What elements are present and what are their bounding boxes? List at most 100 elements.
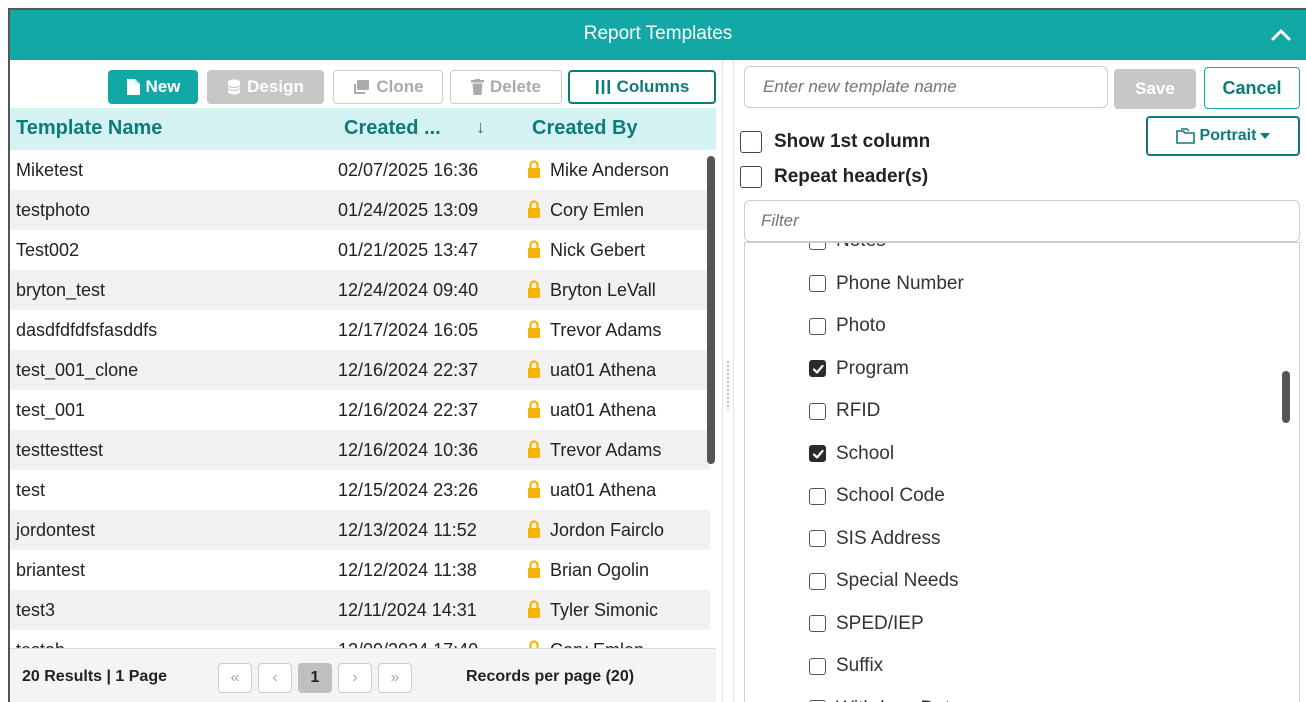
last-page-button[interactable]: » bbox=[378, 663, 412, 693]
checkbox[interactable] bbox=[809, 615, 826, 632]
table-row[interactable]: test_001_clone 12/16/2024 22:37 uat01 Athe… bbox=[10, 350, 710, 390]
records-per-page[interactable]: Records per page (20) bbox=[466, 668, 634, 686]
column-option[interactable]: Program bbox=[809, 355, 909, 383]
file-icon bbox=[126, 79, 140, 95]
table-row[interactable]: dasdfdfdfsfasddfs 12/17/2024 16:05 Trevor … bbox=[10, 310, 710, 350]
lock-icon bbox=[528, 480, 540, 498]
checkbox[interactable] bbox=[809, 243, 826, 250]
column-option[interactable]: Suffix bbox=[809, 652, 883, 680]
new-button[interactable]: New bbox=[108, 70, 198, 104]
created-date: 12/09/2024 17:40 bbox=[338, 640, 478, 648]
clone-button[interactable]: Clone bbox=[333, 70, 443, 104]
show-first-column-option[interactable]: Show 1st column bbox=[740, 128, 930, 156]
column-option[interactable]: SIS Address bbox=[809, 525, 941, 553]
checkbox-checked[interactable] bbox=[809, 445, 826, 462]
database-icon bbox=[227, 79, 241, 95]
checkbox[interactable] bbox=[809, 402, 826, 420]
table-row[interactable]: Miketest 02/07/2025 16:36 Mike Anderson bbox=[10, 150, 710, 190]
column-list-scrollbar[interactable] bbox=[1282, 371, 1290, 423]
column-option[interactable]: SPED/IEP bbox=[809, 610, 924, 638]
columns-button[interactable]: Columns bbox=[568, 70, 716, 104]
cancel-button[interactable]: Cancel bbox=[1204, 67, 1300, 109]
column-option[interactable]: Special Needs bbox=[809, 567, 959, 595]
column-option-label: School bbox=[836, 442, 895, 464]
column-option[interactable]: Photo bbox=[809, 312, 886, 340]
repeat-headers-checkbox[interactable] bbox=[740, 166, 762, 188]
lock-icon bbox=[528, 520, 540, 538]
created-date: 12/16/2024 22:37 bbox=[338, 400, 479, 420]
column-option-label: Withdraw Date bbox=[836, 698, 961, 702]
delete-button-label: Delete bbox=[489, 77, 542, 96]
created-date: 12/15/2024 23:26 bbox=[338, 480, 479, 500]
caret-down-icon bbox=[1260, 133, 1271, 139]
created-by: uat01 Athena bbox=[550, 360, 657, 380]
checkbox[interactable] bbox=[809, 572, 826, 590]
clone-icon bbox=[354, 80, 370, 94]
table-scrollbar[interactable] bbox=[707, 156, 715, 464]
table-row[interactable]: testtesttest 12/16/2024 10:36 Trevor Adams bbox=[10, 430, 710, 470]
dialog-title: Report Templates bbox=[583, 23, 733, 44]
repeat-headers-option[interactable]: Repeat header(s) bbox=[740, 163, 928, 191]
column-header-created-by[interactable]: Created By bbox=[532, 117, 638, 140]
title-bar: Report Templates bbox=[10, 10, 1306, 60]
table-row[interactable]: bryton_test 12/24/2024 09:40 Bryton LeVall bbox=[10, 270, 710, 310]
column-filter-input[interactable] bbox=[744, 200, 1300, 242]
first-page-button[interactable]: « bbox=[218, 663, 252, 693]
column-option[interactable]: School bbox=[809, 440, 894, 468]
template-name: dasdfdfdfsfasddfs bbox=[16, 320, 158, 340]
design-button[interactable]: Design bbox=[207, 70, 324, 104]
column-option[interactable]: Phone Number bbox=[809, 270, 964, 298]
checkbox[interactable] bbox=[809, 657, 826, 675]
column-header-created[interactable]: Created ... bbox=[344, 117, 441, 140]
column-option[interactable]: Notes bbox=[809, 243, 886, 255]
table-row[interactable]: testab 12/09/2024 17:40 Cory Emlen bbox=[10, 630, 710, 648]
template-name-input[interactable] bbox=[744, 66, 1108, 108]
column-option-label: Notes bbox=[836, 243, 886, 252]
delete-button[interactable]: Delete bbox=[450, 70, 562, 104]
checkbox[interactable] bbox=[809, 275, 826, 292]
table-row[interactable]: test_001 12/16/2024 22:37 uat01 Athena bbox=[10, 390, 710, 430]
table-row[interactable]: Test002 01/21/2025 13:47 Nick Gebert bbox=[10, 230, 710, 270]
report-templates-dialog: Report Templates New Design Clone Delete bbox=[8, 8, 1306, 702]
column-option-label: Special Needs bbox=[836, 570, 959, 591]
column-option-label: School Code bbox=[836, 485, 945, 506]
column-option[interactable]: Withdraw Date bbox=[809, 695, 961, 702]
save-button[interactable]: Save bbox=[1114, 69, 1196, 109]
column-option-label: Photo bbox=[836, 315, 886, 336]
table-row[interactable]: testphoto 01/24/2025 13:09 Cory Emlen bbox=[10, 190, 710, 230]
show-first-column-checkbox[interactable] bbox=[740, 131, 762, 153]
checkbox-checked[interactable] bbox=[809, 360, 826, 377]
column-option[interactable]: School Code bbox=[809, 482, 945, 510]
checkbox[interactable] bbox=[809, 530, 826, 547]
pane-splitter[interactable] bbox=[722, 60, 734, 702]
table-row[interactable]: briantest 12/12/2024 11:38 Brian Ogolin bbox=[10, 550, 710, 590]
checkbox[interactable] bbox=[809, 487, 826, 505]
prev-page-button[interactable]: ‹ bbox=[258, 663, 292, 693]
current-page-button[interactable]: 1 bbox=[298, 663, 332, 693]
created-by: Cory Emlen bbox=[550, 200, 645, 220]
created-date: 02/07/2025 16:36 bbox=[338, 160, 479, 180]
show-first-column-label: Show 1st column bbox=[774, 131, 931, 152]
template-editor-pane: Save Cancel Show 1st column Repeat heade… bbox=[734, 60, 1306, 702]
table-row[interactable]: test 12/15/2024 23:26 uat01 Athena bbox=[10, 470, 710, 510]
created-by: uat01 Athena bbox=[550, 480, 657, 500]
template-name: testab bbox=[16, 640, 65, 648]
table-row[interactable]: test3 12/11/2024 14:31 Tyler Simonic bbox=[10, 590, 710, 630]
table-row[interactable]: jordontest 12/13/2024 11:52 Jordon Fairclo bbox=[10, 510, 710, 550]
checkbox[interactable] bbox=[809, 317, 826, 335]
created-by: Tyler Simonic bbox=[550, 600, 659, 620]
chevron-up-icon[interactable] bbox=[1268, 22, 1294, 48]
sort-arrow-icon[interactable]: ↓ bbox=[476, 117, 485, 138]
created-date: 01/24/2025 13:09 bbox=[338, 200, 479, 220]
column-option-label: Suffix bbox=[836, 655, 884, 676]
column-option-label: SIS Address bbox=[836, 527, 941, 549]
column-header-template-name[interactable]: Template Name bbox=[16, 117, 162, 140]
created-by: Bryton LeVall bbox=[550, 280, 656, 300]
lock-icon bbox=[528, 160, 540, 178]
templates-table-body: Miketest 02/07/2025 16:36 Mike Anderson te… bbox=[10, 150, 710, 648]
splitter-grip-icon[interactable] bbox=[726, 360, 730, 410]
design-button-label: Design bbox=[247, 77, 304, 96]
column-option[interactable]: RFID bbox=[809, 397, 880, 425]
orientation-dropdown[interactable]: Portrait bbox=[1146, 116, 1300, 156]
next-page-button[interactable]: › bbox=[338, 663, 372, 693]
